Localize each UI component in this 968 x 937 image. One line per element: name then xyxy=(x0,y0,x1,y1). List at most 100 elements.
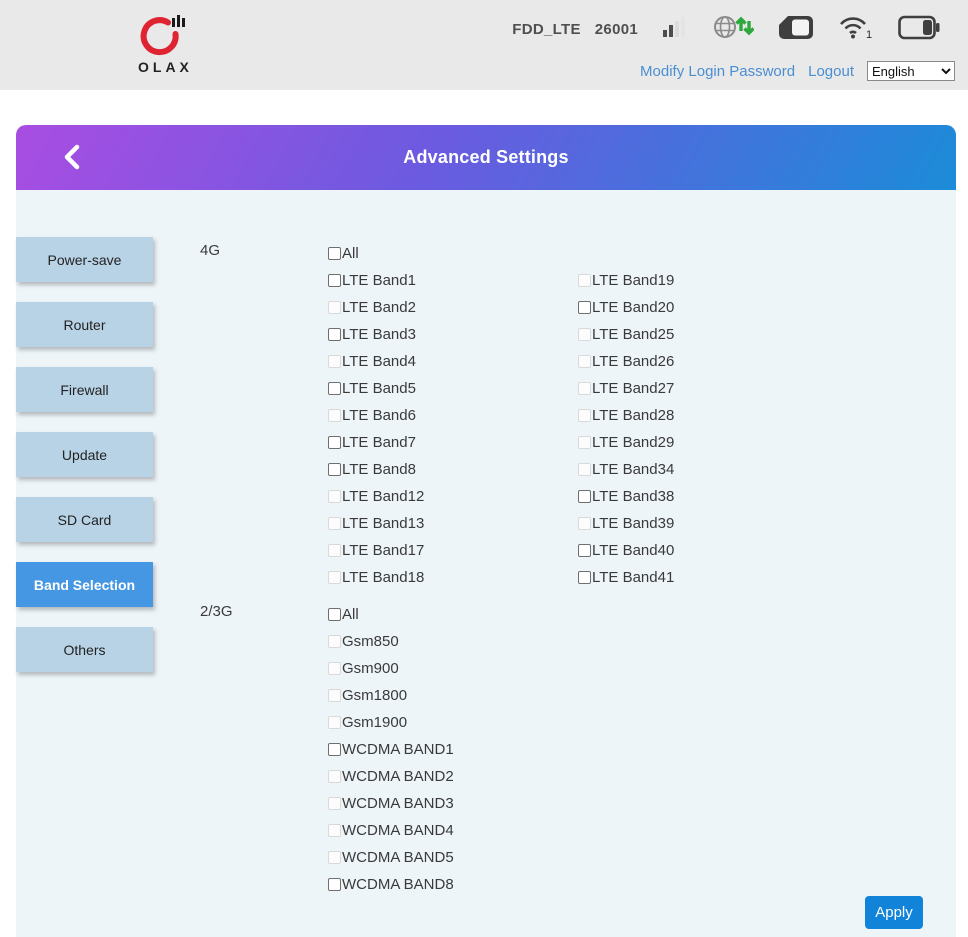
olax-logo-text: OLAX xyxy=(138,59,193,75)
band-row-lte-band13: LTE Band13 xyxy=(328,510,424,537)
network-type-label: FDD_LTE 26001 xyxy=(512,21,638,38)
checkbox-lte-band38[interactable] xyxy=(578,490,591,503)
band-row-lte-band17: LTE Band17 xyxy=(328,537,424,564)
checkbox-lte-band18 xyxy=(328,571,341,584)
checkbox-lte-band5[interactable] xyxy=(328,382,341,395)
sim-card-icon xyxy=(778,15,814,45)
sidebar-item-power-save[interactable]: Power-save xyxy=(16,237,153,282)
sidebar-item-router[interactable]: Router xyxy=(16,302,153,347)
top-header: OLAX FDD_LTE 26001 1 Modify Login Passwo… xyxy=(0,0,968,90)
advanced-settings-titlebar: Advanced Settings xyxy=(16,125,956,190)
checkbox-lte-band27 xyxy=(578,382,591,395)
checkbox-wcdma-band8[interactable] xyxy=(328,878,341,891)
band-label: WCDMA BAND1 xyxy=(342,741,454,758)
sidebar: Power-save Router Firewall Update SD Card Ban… xyxy=(16,237,153,672)
checkbox-wcdma-band1[interactable] xyxy=(328,743,341,756)
sidebar-item-others[interactable]: Others xyxy=(16,627,153,672)
band-label: LTE Band12 xyxy=(342,488,425,505)
band-label: LTE Band13 xyxy=(342,515,425,532)
band-row-gsm1800: Gsm1800 xyxy=(328,682,454,709)
checkbox-lte-band7[interactable] xyxy=(328,436,341,449)
band-list-4g-col1: All LTE Band1 LTE Band2 LTE Band3 LTE Ba… xyxy=(328,240,424,591)
modify-login-password-link[interactable]: Modify Login Password xyxy=(640,63,795,80)
checkbox-lte-band1[interactable] xyxy=(328,274,341,287)
status-row: FDD_LTE 26001 1 xyxy=(512,14,940,45)
band-label: Gsm900 xyxy=(342,660,399,677)
chevron-left-icon xyxy=(64,144,80,170)
checkbox-gsm1800 xyxy=(328,689,341,702)
checkbox-lte-band34 xyxy=(578,463,591,476)
checkbox-lte-band17 xyxy=(328,544,341,557)
band-label: Gsm1900 xyxy=(342,714,408,731)
band-label: LTE Band20 xyxy=(592,299,675,316)
back-button[interactable] xyxy=(54,139,90,175)
checkbox-lte-band39 xyxy=(578,517,591,530)
band-label: LTE Band8 xyxy=(342,461,416,478)
olax-logo: OLAX xyxy=(126,6,206,84)
checkbox-all[interactable] xyxy=(328,247,341,260)
checkbox-wcdma-band3 xyxy=(328,797,341,810)
band-label: LTE Band25 xyxy=(592,326,675,343)
band-row-all: All xyxy=(328,240,424,267)
checkbox-lte-band25 xyxy=(578,328,591,341)
band-row-wcdma-band3: WCDMA BAND3 xyxy=(328,790,454,817)
band-label: LTE Band34 xyxy=(592,461,675,478)
band-row-lte-band6: LTE Band6 xyxy=(328,402,424,429)
checkbox-lte-band20[interactable] xyxy=(578,301,591,314)
language-select[interactable]: English xyxy=(867,61,955,81)
olax-logo-icon: OLAX xyxy=(138,15,193,75)
band-list-23g: All Gsm850 Gsm900 Gsm1800 Gsm1900 WCDMA … xyxy=(328,601,454,898)
apply-button[interactable]: Apply xyxy=(865,896,923,929)
band-row-wcdma-band4: WCDMA BAND4 xyxy=(328,817,454,844)
band-label: LTE Band3 xyxy=(342,326,416,343)
sidebar-item-firewall[interactable]: Firewall xyxy=(16,367,153,412)
header-links-row: Modify Login Password Logout English xyxy=(640,61,955,81)
signal-strength-icon xyxy=(662,16,688,43)
band-label: LTE Band6 xyxy=(342,407,416,424)
checkbox-gsm850 xyxy=(328,635,341,648)
band-row-lte-band25: LTE Band25 xyxy=(578,321,674,348)
logout-link[interactable]: Logout xyxy=(808,63,854,80)
checkbox-all[interactable] xyxy=(328,608,341,621)
band-label: WCDMA BAND2 xyxy=(342,768,454,785)
sidebar-item-band-selection[interactable]: Band Selection xyxy=(16,562,153,607)
globe-data-icon xyxy=(712,14,755,45)
band-row-lte-band27: LTE Band27 xyxy=(578,375,674,402)
band-label: LTE Band26 xyxy=(592,353,675,370)
checkbox-lte-band41[interactable] xyxy=(578,571,591,584)
band-label: All xyxy=(342,606,359,623)
band-row-gsm1900: Gsm1900 xyxy=(328,709,454,736)
checkbox-wcdma-band2 xyxy=(328,770,341,783)
band-list-4g-col2: LTE Band19 LTE Band20 LTE Band25 LTE Ban… xyxy=(578,267,674,591)
band-row-lte-band12: LTE Band12 xyxy=(328,483,424,510)
checkbox-lte-band13 xyxy=(328,517,341,530)
checkbox-lte-band3[interactable] xyxy=(328,328,341,341)
checkbox-lte-band40[interactable] xyxy=(578,544,591,557)
section-label-4g: 4G xyxy=(200,242,221,259)
checkbox-lte-band28 xyxy=(578,409,591,422)
band-label: LTE Band1 xyxy=(342,272,416,289)
band-label: WCDMA BAND8 xyxy=(342,876,454,893)
band-label: All xyxy=(342,245,359,262)
band-label: LTE Band7 xyxy=(342,434,416,451)
checkbox-lte-band8[interactable] xyxy=(328,463,341,476)
band-row-lte-band1: LTE Band1 xyxy=(328,267,424,294)
band-row-all: All xyxy=(328,601,454,628)
band-label: LTE Band18 xyxy=(342,569,425,586)
band-row-lte-band19: LTE Band19 xyxy=(578,267,674,294)
band-row-wcdma-band5: WCDMA BAND5 xyxy=(328,844,454,871)
band-label: LTE Band27 xyxy=(592,380,675,397)
band-row-wcdma-band8: WCDMA BAND8 xyxy=(328,871,454,898)
band-row-lte-band41: LTE Band41 xyxy=(578,564,674,591)
band-row-lte-band40: LTE Band40 xyxy=(578,537,674,564)
sidebar-item-sd-card[interactable]: SD Card xyxy=(16,497,153,542)
band-row-lte-band4: LTE Band4 xyxy=(328,348,424,375)
sidebar-item-update[interactable]: Update xyxy=(16,432,153,477)
band-row-lte-band18: LTE Band18 xyxy=(328,564,424,591)
band-label: LTE Band17 xyxy=(342,542,425,559)
band-row-lte-band7: LTE Band7 xyxy=(328,429,424,456)
checkbox-lte-band4 xyxy=(328,355,341,368)
battery-icon xyxy=(898,15,940,45)
checkbox-lte-band12 xyxy=(328,490,341,503)
band-selection-content: Power-save Router Firewall Update SD Card Ban… xyxy=(16,190,956,937)
